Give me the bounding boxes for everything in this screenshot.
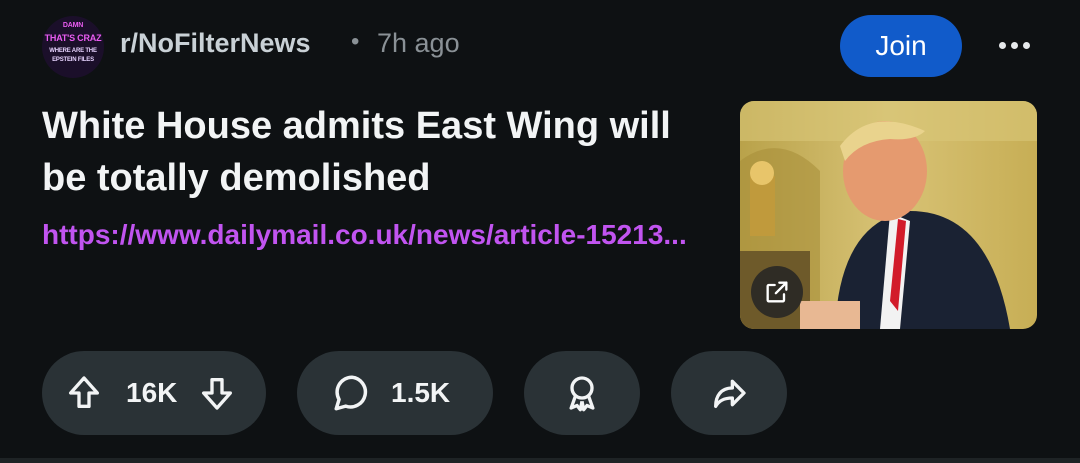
post-title[interactable]: White House admits East Wing will be tot… bbox=[42, 100, 722, 204]
avatar-text-3: WHERE ARE THE bbox=[49, 48, 97, 54]
avatar-text-1: DAMN bbox=[62, 22, 84, 29]
share-icon bbox=[709, 373, 749, 413]
share-button[interactable] bbox=[671, 351, 787, 435]
separator-dot: • bbox=[351, 28, 360, 55]
post-thumbnail[interactable] bbox=[740, 101, 1037, 329]
more-options-icon[interactable] bbox=[994, 30, 1034, 60]
subreddit-name[interactable]: r/NoFilterNews bbox=[120, 28, 311, 59]
award-icon bbox=[562, 373, 602, 413]
upvote-count: 16K bbox=[126, 377, 178, 408]
avatar-text-4: EPSTEIN FILES bbox=[52, 57, 94, 63]
comment-icon bbox=[331, 372, 373, 414]
comment-count: 1.5K bbox=[391, 377, 451, 408]
avatar-text-2: THAT'S CRAZ bbox=[44, 33, 102, 43]
divider bbox=[0, 458, 1080, 463]
downvote-icon[interactable] bbox=[197, 373, 237, 413]
vote-bar: 16K bbox=[42, 351, 266, 435]
external-link-icon[interactable] bbox=[751, 266, 803, 318]
award-button[interactable] bbox=[524, 351, 640, 435]
upvote-icon[interactable] bbox=[64, 373, 104, 413]
subreddit-avatar[interactable]: DAMN THAT'S CRAZ WHERE ARE THE EPSTEIN F… bbox=[42, 16, 104, 78]
join-button[interactable]: Join bbox=[840, 15, 962, 77]
post-time: 7h ago bbox=[377, 28, 460, 58]
comments-button[interactable]: 1.5K bbox=[297, 351, 493, 435]
post-link[interactable]: https://www.dailymail.co.uk/news/article… bbox=[42, 219, 732, 251]
